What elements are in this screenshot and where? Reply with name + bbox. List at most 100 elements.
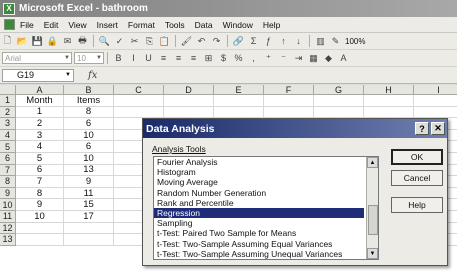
copy-icon[interactable]: ⎘	[143, 35, 156, 47]
cell[interactable]: 9	[64, 176, 114, 188]
function-icon[interactable]: ƒ	[262, 35, 275, 47]
row-header[interactable]: 10	[0, 199, 16, 211]
list-item[interactable]: Histogram	[154, 167, 364, 177]
cell[interactable]: 5	[16, 153, 64, 165]
ok-button[interactable]: OK	[391, 149, 443, 165]
indent-icon[interactable]: ⇥	[292, 52, 305, 64]
cell[interactable]	[414, 95, 457, 107]
row-header[interactable]: 5	[0, 141, 16, 153]
cell[interactable]: 11	[64, 188, 114, 200]
cell[interactable]	[264, 106, 314, 119]
row-header[interactable]: 9	[0, 187, 16, 200]
menu-tools[interactable]: Tools	[165, 20, 185, 30]
cell[interactable]: Items	[64, 95, 114, 107]
cut-icon[interactable]: ✂	[128, 35, 141, 47]
insert-function-icon[interactable]: fx	[88, 70, 97, 81]
drawing-icon[interactable]: ✎	[329, 35, 342, 47]
analysis-tools-list[interactable]: Fourier Analysis Histogram Moving Average R…	[153, 156, 379, 260]
row-header[interactable]: 4	[0, 129, 16, 142]
underline-icon[interactable]: U	[142, 52, 155, 64]
cell[interactable]	[314, 95, 364, 107]
row-header[interactable]: 7	[0, 164, 16, 177]
save-icon[interactable]: 💾	[31, 35, 44, 47]
row-header[interactable]: 13	[0, 234, 16, 246]
cell[interactable]: 6	[64, 118, 114, 130]
chart-icon[interactable]: ▥	[314, 35, 327, 47]
cell[interactable]: 2	[16, 118, 64, 130]
cell[interactable]: 7	[16, 176, 64, 188]
print-preview-icon[interactable]: 🔍	[98, 35, 111, 47]
cancel-button[interactable]: Cancel	[391, 170, 443, 186]
cell[interactable]	[414, 107, 457, 119]
cell[interactable]	[16, 222, 64, 235]
new-icon[interactable]: 🗋	[1, 35, 14, 47]
excel-app-icon[interactable]: X	[3, 2, 15, 15]
menu-view[interactable]: View	[68, 20, 86, 30]
format-painter-icon[interactable]: 🖌	[180, 35, 193, 47]
cell[interactable]	[364, 95, 414, 107]
increase-decimal-icon[interactable]: ⁺	[262, 52, 275, 64]
scroll-up-icon[interactable]: ▲	[367, 157, 378, 168]
font-color-icon[interactable]: A	[337, 52, 350, 64]
cell[interactable]: 10	[64, 153, 114, 165]
row-header[interactable]: 3	[0, 118, 16, 130]
autosum-icon[interactable]: Σ	[247, 35, 260, 47]
permission-icon[interactable]: 🔒	[46, 35, 59, 47]
cell[interactable]: 10	[16, 211, 64, 223]
menu-format[interactable]: Format	[128, 20, 155, 30]
cell[interactable]	[114, 106, 164, 119]
scroll-down-icon[interactable]: ▼	[367, 248, 378, 259]
cell[interactable]	[16, 234, 64, 246]
cell[interactable]	[164, 106, 214, 119]
row-header[interactable]: 2	[0, 106, 16, 119]
column-header[interactable]: H	[364, 85, 414, 95]
list-item[interactable]: Fourier Analysis	[154, 157, 364, 167]
cell[interactable]: 13	[64, 164, 114, 177]
font-size-select[interactable]: 10 ▼	[74, 52, 104, 64]
menu-insert[interactable]: Insert	[97, 20, 118, 30]
close-icon[interactable]: ✕	[431, 122, 445, 135]
list-item[interactable]: t-Test: Paired Two Sample for Means	[154, 228, 364, 238]
column-header[interactable]: G	[314, 85, 364, 95]
cell[interactable]	[214, 95, 264, 107]
row-header[interactable]: 6	[0, 153, 16, 165]
font-select[interactable]: Arial ▼	[2, 52, 72, 64]
cell[interactable]: 17	[64, 211, 114, 223]
row-header[interactable]: 11	[0, 211, 16, 223]
cell[interactable]: 10	[64, 130, 114, 142]
spelling-icon[interactable]: ✓	[113, 35, 126, 47]
column-header[interactable]: A	[16, 85, 64, 95]
name-box[interactable]: G19 ▼	[2, 68, 74, 82]
cell[interactable]: 8	[16, 188, 64, 200]
list-item[interactable]: Random Number Generation	[154, 188, 364, 198]
cell[interactable]	[214, 106, 264, 119]
cell[interactable]: 8	[64, 106, 114, 119]
cell[interactable]	[64, 234, 114, 246]
align-left-icon[interactable]: ≡	[157, 52, 170, 64]
sort-desc-icon[interactable]: ↓	[292, 35, 305, 47]
menu-file[interactable]: File	[20, 20, 34, 30]
row-header[interactable]: 1	[0, 95, 16, 107]
redo-icon[interactable]: ↷	[210, 35, 223, 47]
border-icon[interactable]: ▦	[307, 52, 320, 64]
fill-color-icon[interactable]: ◆	[322, 52, 335, 64]
column-header[interactable]: C	[114, 85, 164, 95]
align-center-icon[interactable]: ≡	[172, 52, 185, 64]
cell[interactable]	[164, 95, 214, 107]
list-scrollbar[interactable]: ▲ ▼	[366, 157, 378, 259]
column-header[interactable]: F	[264, 85, 314, 95]
scroll-thumb[interactable]	[368, 205, 378, 235]
workbook-icon[interactable]	[4, 19, 15, 30]
column-header[interactable]: D	[164, 85, 214, 95]
undo-icon[interactable]: ↶	[195, 35, 208, 47]
menu-edit[interactable]: Edit	[44, 20, 59, 30]
percent-icon[interactable]: %	[232, 52, 245, 64]
help-button[interactable]: Help	[391, 197, 443, 213]
menu-data[interactable]: Data	[195, 20, 213, 30]
help-question-icon[interactable]: ?	[415, 122, 429, 135]
hyperlink-icon[interactable]: 🔗	[232, 35, 245, 47]
list-item[interactable]: Sampling	[154, 218, 364, 228]
cell[interactable]: 15	[64, 199, 114, 211]
print-icon[interactable]: 🖶	[76, 35, 89, 47]
cell[interactable]: 3	[16, 130, 64, 142]
